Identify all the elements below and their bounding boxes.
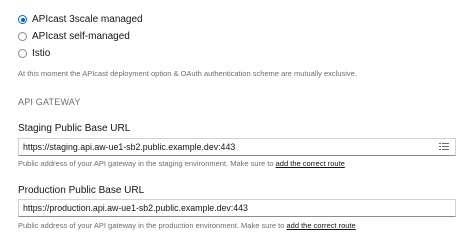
api-gateway-heading: API GATEWAY (18, 97, 81, 107)
staging-help-text: Public address of your API gateway in th… (18, 159, 276, 168)
radio-istio[interactable]: Istio (18, 45, 143, 62)
radio-button-checked[interactable] (18, 15, 27, 24)
production-url-help: Public address of your API gateway in th… (18, 221, 356, 230)
production-help-text: Public address of your API gateway in th… (18, 221, 287, 230)
radio-button[interactable] (18, 49, 27, 58)
staging-url-value[interactable]: https://staging.api.aw-ue1-sb2.public.ex… (23, 142, 439, 152)
list-icon[interactable] (439, 143, 449, 151)
radio-apicast-self-managed[interactable]: APIcast self-managed (18, 28, 143, 45)
radio-label: APIcast 3scale managed (32, 13, 143, 25)
radio-label: Istio (32, 47, 51, 59)
staging-url-input[interactable]: https://staging.api.aw-ue1-sb2.public.ex… (18, 138, 456, 156)
radio-label: APIcast self-managed (32, 30, 130, 42)
deployment-note: At this moment the APIcast deployment op… (18, 69, 357, 78)
staging-url-label: Staging Public Base URL (18, 123, 131, 134)
radio-button[interactable] (18, 32, 27, 41)
production-url-label: Production Public Base URL (18, 185, 145, 196)
staging-url-help: Public address of your API gateway in th… (18, 159, 345, 168)
staging-add-route-link[interactable]: add the correct route (276, 159, 345, 168)
deployment-option-group: APIcast 3scale managed APIcast self-mana… (18, 11, 143, 62)
production-url-input[interactable]: https://production.api.aw-ue1-sb2.public… (18, 199, 456, 217)
radio-apicast-3scale-managed[interactable]: APIcast 3scale managed (18, 11, 143, 28)
production-add-route-link[interactable]: add the correct route (286, 221, 355, 230)
production-url-value[interactable]: https://production.api.aw-ue1-sb2.public… (23, 203, 449, 213)
